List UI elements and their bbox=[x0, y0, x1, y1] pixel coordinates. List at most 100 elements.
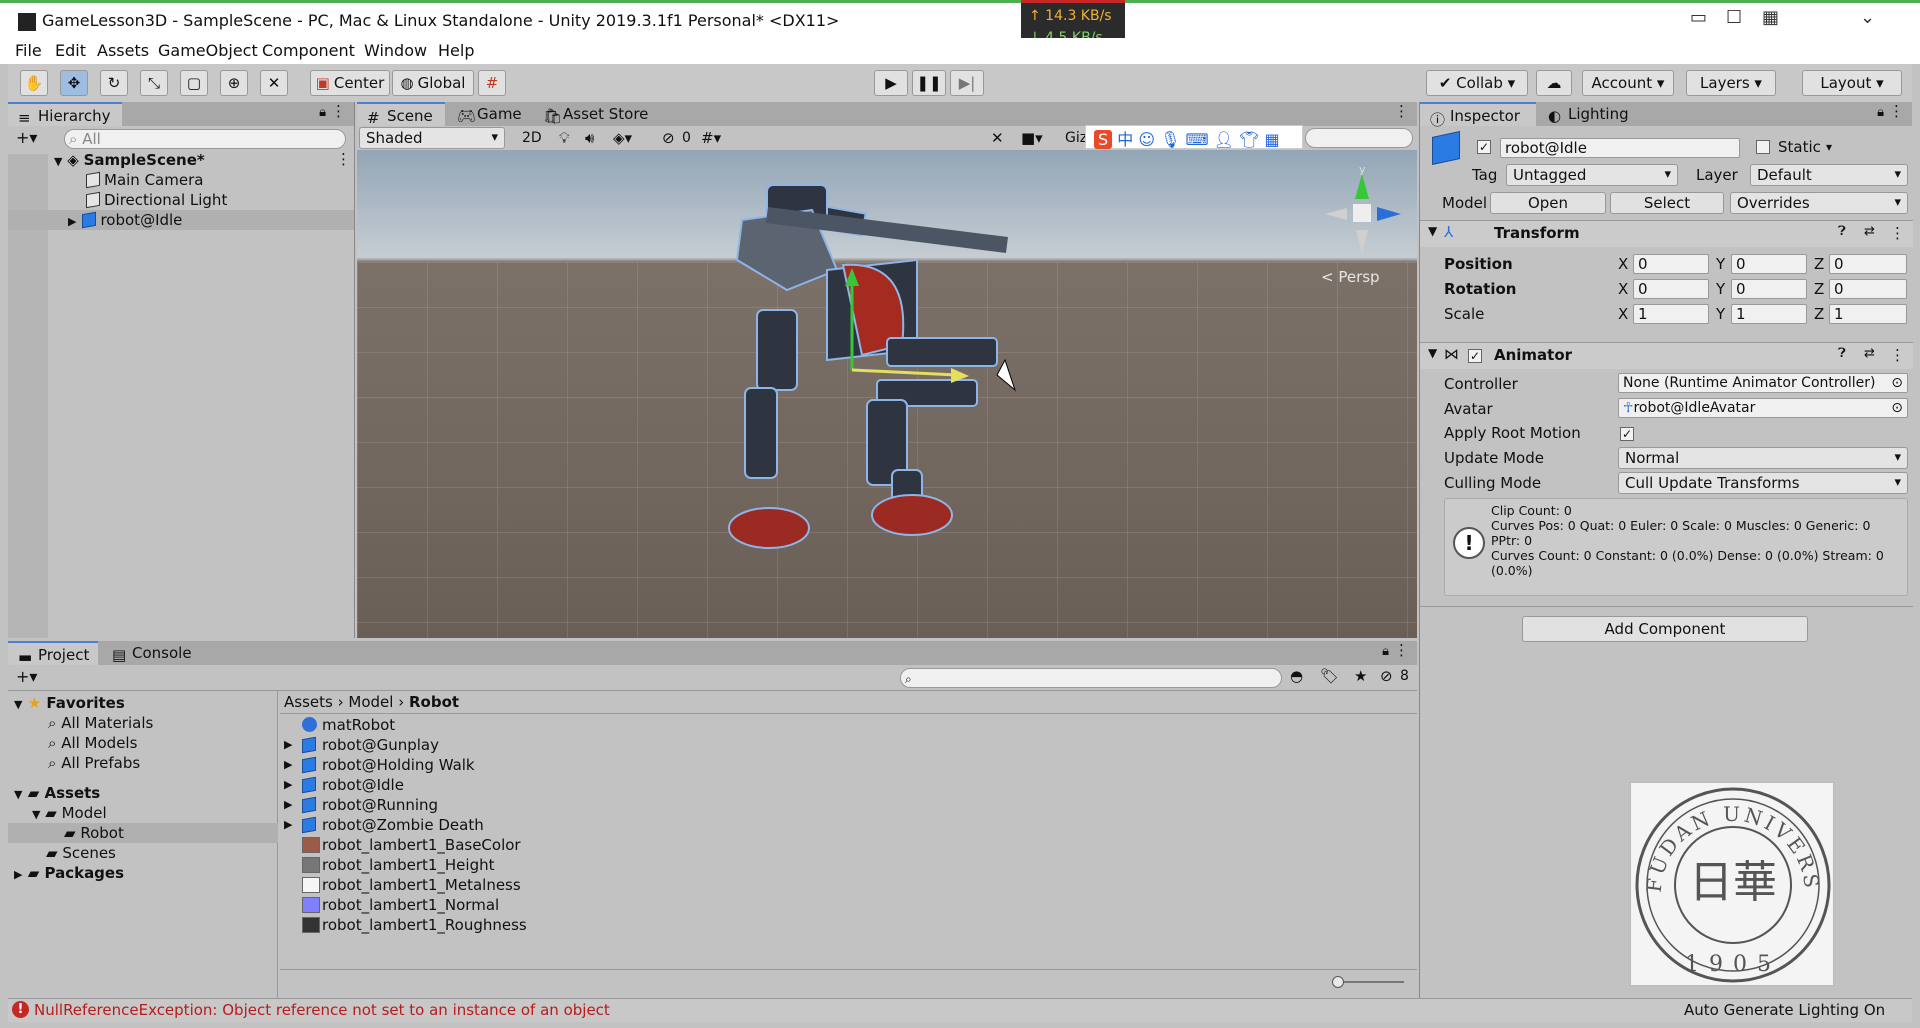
orientation-gizmo[interactable]: y bbox=[1317, 164, 1407, 254]
scene-row[interactable]: ▼ ◈ SampleScene* bbox=[54, 150, 349, 170]
toggle-2d-button[interactable]: 2D bbox=[522, 130, 542, 146]
asset-row[interactable]: robot_lambert1_BaseColor bbox=[280, 835, 880, 855]
transform-rotation-y-field[interactable]: 0 bbox=[1731, 279, 1807, 299]
filter-label-icon[interactable]: 🏷︎ bbox=[1320, 667, 1339, 685]
animator-enabled-checkbox[interactable]: ✓ bbox=[1468, 349, 1482, 363]
rotate-tool-icon[interactable]: ↻ bbox=[100, 70, 128, 96]
hierarchy-item-main-camera[interactable]: Main Camera bbox=[86, 170, 203, 190]
breadcrumb-robot[interactable]: Robot bbox=[409, 693, 459, 711]
lighting-toggle-icon[interactable]: 💡︎ bbox=[559, 129, 570, 147]
asset-row[interactable]: robot_lambert1_Height bbox=[280, 855, 880, 875]
scene-search-input[interactable] bbox=[1305, 128, 1413, 148]
menu-component[interactable]: Component bbox=[262, 41, 355, 60]
select-model-button[interactable]: Select bbox=[1610, 192, 1724, 214]
hierarchy-item-directional-light[interactable]: Directional Light bbox=[86, 190, 227, 210]
asset-row[interactable]: robot_lambert1_Metalness bbox=[280, 875, 880, 895]
tag-dropdown[interactable]: Untagged bbox=[1506, 164, 1678, 186]
gizmos-dropdown[interactable]: Giz bbox=[1065, 130, 1087, 146]
zoom-slider-handle[interactable] bbox=[1332, 976, 1344, 988]
rect-tool-icon[interactable]: ▢ bbox=[180, 70, 208, 96]
help-icon[interactable]: ❓︎ bbox=[1838, 346, 1846, 361]
transform-position-y-field[interactable]: 0 bbox=[1731, 254, 1807, 274]
more-menu-icon[interactable]: ⋮ bbox=[1889, 102, 1904, 120]
component-menu-icon[interactable]: ⋮ bbox=[1890, 346, 1905, 364]
pause-button[interactable]: ❚❚ bbox=[912, 70, 946, 96]
menu-window[interactable]: Window bbox=[364, 41, 427, 60]
sogou-icon[interactable]: S bbox=[1094, 130, 1113, 149]
axis-y-label[interactable]: Y bbox=[1716, 255, 1725, 273]
ime-emoji-icon[interactable]: ☺ bbox=[1138, 130, 1155, 149]
pivot-center-button[interactable]: ▣ Center bbox=[310, 70, 390, 96]
asset-row[interactable]: ▶ robot@Holding Walk bbox=[280, 755, 880, 775]
hierarchy-search-input[interactable]: ⌕ All bbox=[64, 129, 346, 149]
model-folder-row[interactable]: ▼ ▰ Model bbox=[32, 803, 107, 823]
menu-assets[interactable]: Assets bbox=[97, 41, 149, 60]
play-button[interactable]: ▶ bbox=[874, 70, 908, 96]
custom-tool-icon[interactable]: ✕ bbox=[260, 70, 288, 96]
preset-icon[interactable]: ⇄ bbox=[1864, 224, 1875, 239]
tab-game[interactable]: 🎮︎ Game bbox=[447, 102, 529, 126]
lock-icon[interactable]: 🔒︎ bbox=[1877, 105, 1884, 120]
add-object-button[interactable]: +▾ bbox=[16, 128, 37, 147]
transform-scale-z-field[interactable]: 1 bbox=[1829, 304, 1907, 324]
tab-project[interactable]: ▬ Project bbox=[8, 641, 98, 666]
culling-mode-dropdown[interactable]: Cull Update Transforms bbox=[1618, 472, 1908, 494]
scale-tool-icon[interactable]: ⤡ bbox=[140, 70, 168, 96]
space-global-button[interactable]: ◍ Global bbox=[392, 70, 474, 96]
assets-folder-row[interactable]: ▼ ▰ Assets bbox=[14, 783, 100, 803]
tab-lighting[interactable]: ◐ Lighting bbox=[1538, 102, 1648, 126]
hidden-packages-icon[interactable]: ⊘ bbox=[1380, 667, 1393, 685]
scene-menu-icon[interactable]: ⋮ bbox=[336, 150, 351, 168]
filter-type-icon[interactable]: ◓ bbox=[1290, 667, 1303, 685]
axis-y-label[interactable]: Y bbox=[1716, 305, 1725, 323]
tab-scene[interactable]: # Scene bbox=[357, 102, 445, 127]
lock-icon[interactable]: 🔒︎ bbox=[319, 105, 326, 120]
tab-inspector[interactable]: ⓘ Inspector bbox=[1420, 102, 1536, 129]
transform-scale-x-field[interactable]: 1 bbox=[1633, 304, 1709, 324]
audio-toggle-icon[interactable]: 🔊︎ bbox=[585, 129, 594, 147]
error-message[interactable]: NullReferenceException: Object reference… bbox=[34, 1001, 610, 1019]
object-picker-icon[interactable]: ⊙ bbox=[1891, 374, 1903, 392]
zoom-slider[interactable] bbox=[1332, 976, 1404, 988]
ime-apps-icon[interactable]: ▦ bbox=[1265, 130, 1280, 149]
tab-asset-store[interactable]: 🛍︎ Asset Store bbox=[533, 102, 663, 126]
static-checkbox[interactable] bbox=[1756, 140, 1770, 154]
tab-hierarchy[interactable]: ≡ Hierarchy bbox=[8, 102, 122, 127]
project-search-input[interactable]: ⌕ bbox=[900, 668, 1282, 688]
step-button[interactable]: ▶| bbox=[950, 70, 984, 96]
asset-row[interactable]: ▶ robot@Running bbox=[280, 795, 880, 815]
more-menu-icon[interactable]: ⋮ bbox=[331, 102, 346, 120]
projection-label[interactable]: < Persp bbox=[1321, 268, 1380, 286]
transform-rotation-x-field[interactable]: 0 bbox=[1633, 279, 1709, 299]
layer-dropdown[interactable]: Default bbox=[1750, 164, 1908, 186]
more-menu-icon[interactable]: ⋮ bbox=[1394, 641, 1409, 659]
preset-icon[interactable]: ⇄ bbox=[1864, 346, 1875, 361]
favorite-all-models[interactable]: ⌕ All Models bbox=[48, 733, 137, 753]
maximize-icon[interactable]: ☐ bbox=[1726, 7, 1742, 28]
hierarchy-item-robot-idle[interactable]: ▶ robot@Idle bbox=[8, 210, 354, 230]
menu-file[interactable]: File bbox=[15, 41, 42, 60]
asset-row[interactable]: ▶ robot@Idle bbox=[280, 775, 880, 795]
transform-header[interactable]: ▼ ⅄ Transform ❓︎ ⇄ ⋮ bbox=[1420, 221, 1913, 247]
chevron-down-icon[interactable]: ⌄ bbox=[1860, 7, 1875, 28]
axis-x-label[interactable]: X bbox=[1618, 305, 1628, 323]
camera-icon[interactable]: ■▾ bbox=[1021, 129, 1043, 147]
help-icon[interactable]: ❓︎ bbox=[1838, 224, 1846, 239]
cloud-icon[interactable]: ☁ bbox=[1536, 70, 1572, 96]
layout-dropdown[interactable]: Layout ▾ bbox=[1802, 70, 1902, 96]
transform-position-x-field[interactable]: 0 bbox=[1633, 254, 1709, 274]
static-dropdown-icon[interactable]: ▾ bbox=[1826, 140, 1832, 154]
account-dropdown[interactable]: Account ▾ bbox=[1582, 70, 1674, 96]
lock-icon[interactable]: 🔒︎ bbox=[1382, 644, 1389, 659]
tile-windows-icon[interactable]: ▦ bbox=[1762, 7, 1779, 28]
shading-mode-dropdown[interactable]: Shaded bbox=[359, 127, 505, 149]
tab-console[interactable]: ▤ Console bbox=[102, 641, 200, 665]
effects-toggle-icon[interactable]: ◈▾ bbox=[613, 129, 632, 147]
ime-chinese-icon[interactable]: 中 bbox=[1117, 130, 1133, 149]
axis-z-label[interactable]: Z bbox=[1814, 280, 1824, 298]
scenes-folder-row[interactable]: ▰ Scenes bbox=[46, 843, 116, 863]
asset-row[interactable]: ▶ robot@Zombie Death bbox=[280, 815, 880, 835]
minimize-icon[interactable]: ▭ bbox=[1690, 7, 1707, 28]
ime-toolbar[interactable]: S 中 ☺ 🎙︎ ⌨ 👤︎ 👕︎ ▦ bbox=[1085, 125, 1303, 149]
controller-field[interactable]: None (Runtime Animator Controller) ⊙ bbox=[1618, 373, 1908, 393]
